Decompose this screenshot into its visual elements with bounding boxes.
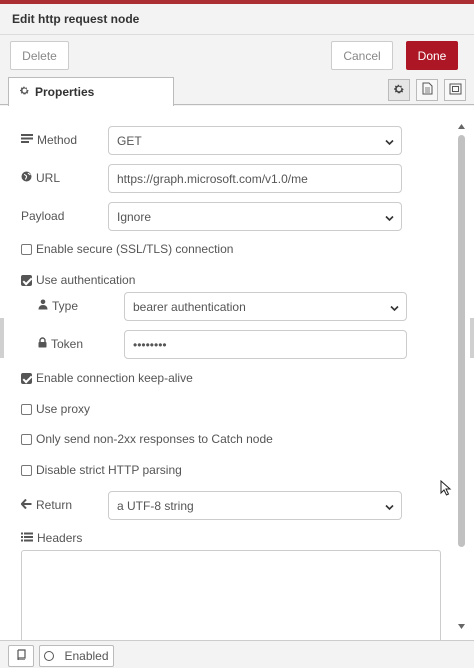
delete-button[interactable]: Delete <box>10 41 69 70</box>
strict-parsing-checkbox-row[interactable]: Disable strict HTTP parsing <box>21 463 182 477</box>
keepalive-checkbox[interactable] <box>21 372 32 384</box>
return-label: Return <box>20 498 73 512</box>
gear-icon <box>393 83 405 98</box>
proxy-checkbox[interactable] <box>21 403 32 415</box>
tab-bar: Properties <box>0 77 474 106</box>
token-label: Token <box>38 337 83 351</box>
method-label-text: Method <box>37 133 78 147</box>
strict-parsing-checkbox-label: Disable strict HTTP parsing <box>36 463 182 477</box>
tab-properties[interactable]: Properties <box>8 77 174 106</box>
arrow-left-icon <box>20 498 32 512</box>
headers-list[interactable] <box>21 550 441 640</box>
auth-checkbox[interactable] <box>21 274 32 286</box>
tab-settings-button[interactable] <box>388 79 410 101</box>
token-label-text: Token <box>51 337 84 351</box>
non2xx-checkbox-label: Only send non-2xx responses to Catch nod… <box>36 432 273 446</box>
return-select-value: a UTF-8 string <box>117 498 194 513</box>
chevron-down-icon <box>390 302 399 316</box>
auth-checkbox-label: Use authentication <box>36 273 136 287</box>
non2xx-checkbox[interactable] <box>21 433 32 445</box>
properties-panel: Method GET URL https://graph.microsoft.c… <box>0 106 474 640</box>
non2xx-checkbox-row[interactable]: Only send non-2xx responses to Catch nod… <box>21 432 273 446</box>
scroll-up-icon[interactable] <box>456 121 466 131</box>
scroll-down-icon[interactable] <box>456 621 466 631</box>
keepalive-checkbox-label: Enable connection keep-alive <box>36 371 193 385</box>
cancel-button[interactable]: Cancel <box>331 41 393 70</box>
url-input-value: https://graph.microsoft.com/v1.0/me <box>117 171 308 186</box>
url-label: URL <box>21 171 60 185</box>
circle-icon <box>44 651 55 661</box>
method-select[interactable]: GET <box>108 126 402 155</box>
frame-icon <box>449 83 462 98</box>
type-label-text: Type <box>52 299 79 313</box>
mouse-cursor-icon <box>440 479 452 499</box>
done-button[interactable]: Done <box>406 41 458 70</box>
enabled-label: Enabled <box>64 649 109 663</box>
scrollbar[interactable] <box>456 121 466 631</box>
list-icon <box>21 531 33 545</box>
chevron-down-icon <box>385 136 394 150</box>
payload-select-value: Ignore <box>117 209 152 224</box>
node-help-button[interactable] <box>8 645 34 667</box>
right-resize-handle[interactable] <box>470 318 474 358</box>
method-label: Method <box>21 133 77 147</box>
auth-type-select[interactable]: bearer authentication <box>124 292 407 321</box>
url-input[interactable]: https://graph.microsoft.com/v1.0/me <box>108 164 402 193</box>
return-label-text: Return <box>36 498 73 512</box>
token-input-value: •••••••• <box>133 337 167 352</box>
tab-appearance-button[interactable] <box>444 79 466 101</box>
auth-checkbox-row[interactable]: Use authentication <box>21 273 135 287</box>
strict-parsing-checkbox[interactable] <box>21 464 32 476</box>
dialog-toolbar: Delete Cancel Done <box>0 35 474 77</box>
payload-label: Payload <box>21 209 64 223</box>
keepalive-checkbox-row[interactable]: Enable connection keep-alive <box>21 371 193 385</box>
scrollbar-thumb[interactable] <box>458 135 465 547</box>
book-icon <box>16 649 27 663</box>
lock-icon <box>38 337 47 351</box>
ssl-checkbox-label: Enable secure (SSL/TLS) connection <box>36 242 234 256</box>
proxy-checkbox-label: Use proxy <box>36 402 91 416</box>
proxy-checkbox-row[interactable]: Use proxy <box>21 402 90 416</box>
user-lock-icon <box>38 299 48 313</box>
chevron-down-icon <box>385 501 394 515</box>
tab-properties-label: Properties <box>35 85 95 99</box>
auth-type-select-value: bearer authentication <box>133 299 246 314</box>
globe-icon <box>21 171 32 185</box>
method-select-value: GET <box>117 133 142 148</box>
type-label: Type <box>38 299 78 313</box>
payload-select[interactable]: Ignore <box>108 202 402 231</box>
dialog-footer: Enabled <box>0 640 474 668</box>
left-resize-handle[interactable] <box>0 318 4 358</box>
tab-description-button[interactable] <box>416 79 438 101</box>
payload-label-text: Payload <box>21 209 65 223</box>
document-icon <box>422 82 433 98</box>
chevron-down-icon <box>385 212 394 226</box>
url-label-text: URL <box>36 171 61 185</box>
token-input[interactable]: •••••••• <box>124 330 407 359</box>
ssl-checkbox-row[interactable]: Enable secure (SSL/TLS) connection <box>21 242 233 256</box>
dialog-title: Edit http request node <box>0 4 474 35</box>
gear-icon <box>19 85 30 99</box>
ssl-checkbox[interactable] <box>21 243 32 255</box>
headers-label-text: Headers <box>37 531 83 545</box>
headers-label: Headers <box>21 531 82 545</box>
tasks-icon <box>21 133 33 147</box>
enabled-toggle-button[interactable]: Enabled <box>39 645 114 667</box>
return-select[interactable]: a UTF-8 string <box>108 491 402 520</box>
